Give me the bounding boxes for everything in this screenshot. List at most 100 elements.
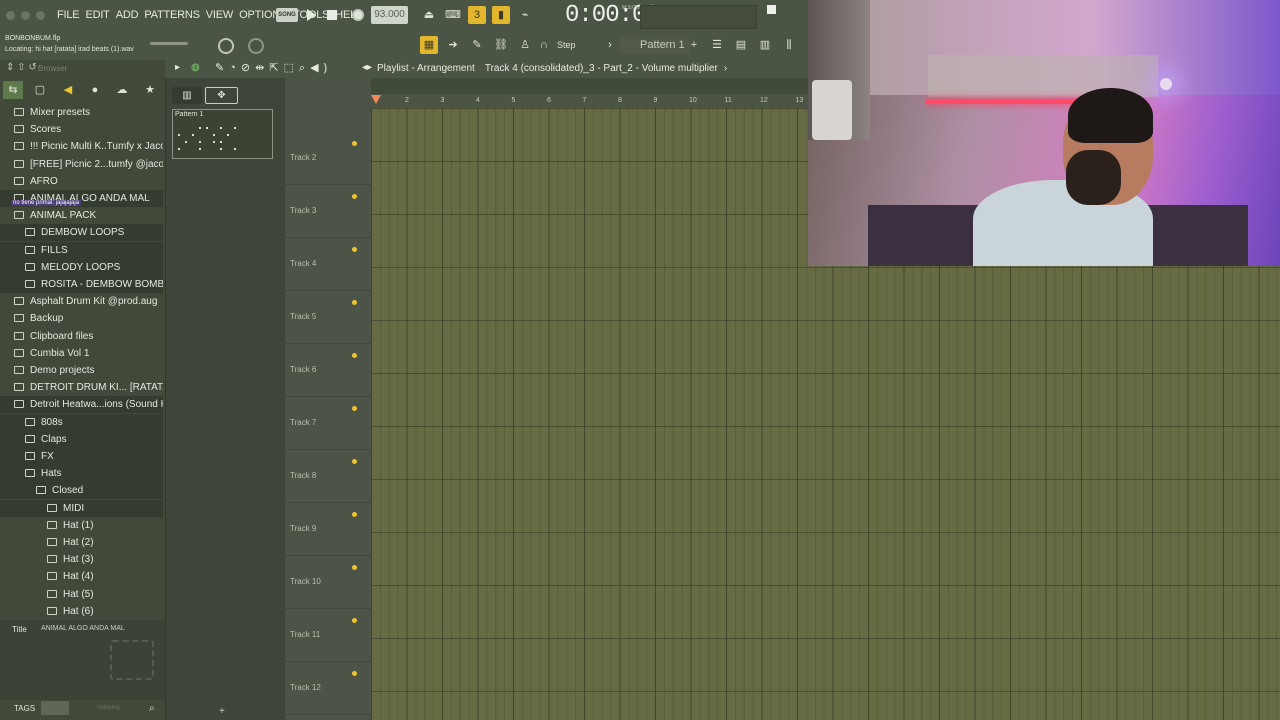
track-enable-led[interactable] xyxy=(352,618,357,623)
track-enable-led[interactable] xyxy=(352,194,357,199)
browser-item[interactable]: [FREE] Picnic 2...tumfy @jacobvj1) xyxy=(0,156,163,173)
add-pattern-button[interactable]: ✥ xyxy=(205,87,238,104)
browser-item[interactable]: Cumbia Vol 1 xyxy=(0,345,163,362)
arrow-right-icon[interactable]: ➔ xyxy=(444,36,462,54)
track-enable-led[interactable] xyxy=(352,459,357,464)
window-control-icon[interactable] xyxy=(21,10,30,20)
track-header[interactable]: Track 8 xyxy=(285,449,371,503)
browser-item[interactable]: DEMBOW LOOPS xyxy=(0,224,163,242)
browser-item[interactable]: Demo projects xyxy=(0,362,163,379)
stamp-icon[interactable]: ♙ xyxy=(516,36,534,54)
pattern-mode-button[interactable]: ▥ xyxy=(172,87,202,104)
browser-item[interactable]: Hat (1) xyxy=(0,517,163,534)
track-header[interactable]: Track 2 xyxy=(285,131,371,185)
browser-item[interactable]: Hat (3) xyxy=(0,551,163,568)
browser-item[interactable]: Claps xyxy=(0,430,163,448)
browser-item[interactable]: Backup xyxy=(0,310,163,327)
track-header[interactable]: Track 11 xyxy=(285,608,371,662)
track-header[interactable]: Track 6 xyxy=(285,343,371,397)
browser-item[interactable]: Hats xyxy=(0,465,163,483)
cloud-icon[interactable]: ☁ xyxy=(112,81,132,99)
song-mode-toggle[interactable]: SONG xyxy=(276,8,298,22)
channel-rack-icon[interactable]: ▥ xyxy=(756,36,774,54)
menu-view[interactable]: VIEW xyxy=(206,9,234,21)
window-control-icon[interactable] xyxy=(36,10,45,20)
countdown-icon[interactable]: 3 xyxy=(468,6,486,24)
track-header[interactable]: Track 12 xyxy=(285,661,371,715)
track-header[interactable]: Track 4 xyxy=(285,237,371,291)
browser-item[interactable]: Clipboard files xyxy=(0,328,163,345)
browser-item[interactable]: AFRO xyxy=(0,173,163,190)
track-header[interactable]: Track 3 xyxy=(285,184,371,238)
mixer-icon[interactable]: ⫼ xyxy=(780,36,798,54)
tags-filter[interactable] xyxy=(41,701,69,715)
menu-patterns[interactable]: PATTERNS xyxy=(144,9,200,21)
browser-item[interactable]: Hat (6) xyxy=(0,603,163,620)
arrow-left-right-icon[interactable]: ◂▸ xyxy=(362,62,372,73)
track-enable-led[interactable] xyxy=(352,406,357,411)
playlist-icon[interactable]: ☰ xyxy=(708,36,726,54)
browser-item[interactable]: MELODY LOOPS xyxy=(0,258,163,276)
file-icon[interactable]: ▢ xyxy=(30,81,50,99)
track-enable-led[interactable] xyxy=(352,353,357,358)
menu-file[interactable]: FILE xyxy=(57,9,80,21)
play-icon[interactable] xyxy=(304,8,318,22)
browser-item[interactable]: ANIMAL PACK xyxy=(0,207,163,224)
browser-item[interactable]: Hat (2) xyxy=(0,534,163,551)
snap-mode[interactable]: Step xyxy=(557,40,576,50)
plugin-icon[interactable]: ● xyxy=(85,81,105,99)
browser-item[interactable]: Mixer presets xyxy=(0,104,163,121)
menu-edit[interactable]: EDIT xyxy=(85,9,109,21)
master-volume-knob[interactable] xyxy=(218,38,234,54)
add-pattern-icon[interactable]: + xyxy=(688,36,700,54)
track-enable-led[interactable] xyxy=(352,671,357,676)
browser-item[interactable]: DETROIT DRUM KI... [RATATA] 2023 xyxy=(0,379,163,396)
browser-item[interactable]: Closed xyxy=(0,482,163,500)
track-enable-led[interactable] xyxy=(352,512,357,517)
track-header[interactable]: Track 9 xyxy=(285,502,371,556)
wait-for-input-icon[interactable]: ⌨ xyxy=(444,6,462,24)
snap-icon[interactable]: ◍ xyxy=(191,62,200,73)
browser-item[interactable]: MIDI xyxy=(0,499,163,517)
track-header[interactable]: Track 7 xyxy=(285,396,371,450)
piano-roll-icon[interactable]: ▤ xyxy=(732,36,750,54)
browser-item[interactable]: Hat (4) xyxy=(0,568,163,585)
stop-icon[interactable] xyxy=(327,10,337,20)
browser-item[interactable]: Detroit Heatwa...ions (Sound Kit) xyxy=(0,396,163,414)
browser-item[interactable]: ROSITA - DEMBOW BOMBA xyxy=(0,276,163,293)
track-enable-led[interactable] xyxy=(352,565,357,570)
all-icon[interactable]: ⇆ xyxy=(3,81,23,99)
track-enable-led[interactable] xyxy=(352,141,357,146)
add-icon[interactable]: + xyxy=(219,706,225,717)
browser-item[interactable]: FILLS xyxy=(0,241,163,259)
blend-notes-icon[interactable]: ▮ xyxy=(492,6,510,24)
browser-item[interactable]: Scores xyxy=(0,121,163,138)
track-enable-led[interactable] xyxy=(352,300,357,305)
pattern-selector[interactable]: Pattern 1 xyxy=(620,37,690,54)
metronome-icon[interactable]: ⏏ xyxy=(420,6,438,24)
play-small-icon[interactable]: ▸ xyxy=(175,62,180,73)
star-icon[interactable]: ★ xyxy=(140,81,160,99)
speaker-icon[interactable]: ◀ xyxy=(58,81,78,99)
loop-record-icon[interactable]: ⌁ xyxy=(516,6,534,24)
playhead-marker[interactable] xyxy=(371,95,381,104)
browser-item[interactable]: 808s xyxy=(0,413,163,431)
master-volume-slider[interactable] xyxy=(150,42,188,45)
browser-item[interactable]: FX xyxy=(0,448,163,465)
timeline-ruler[interactable] xyxy=(371,94,808,109)
browser-item[interactable]: Asphalt Drum Kit @prod.aug xyxy=(0,293,163,310)
playlist-tools-icon[interactable]: ✎◔⊘⇹⇱⬚⌕◀) xyxy=(215,61,332,75)
window-control-icon[interactable] xyxy=(6,10,15,20)
browser-item[interactable]: !!! Picnic Multi K..Tumfy x Jacobvj)) xyxy=(0,138,163,155)
track-enable-led[interactable] xyxy=(352,247,357,252)
browser-item[interactable]: Hat (5) xyxy=(0,586,163,603)
arrows-icon[interactable]: ⇕ ⇧ ↺ xyxy=(6,62,37,73)
search-icon[interactable]: ⌕ xyxy=(149,703,161,715)
track-header[interactable]: Track 5 xyxy=(285,290,371,344)
typing-keyboard-icon[interactable]: ▦ xyxy=(420,36,438,54)
pencil-icon[interactable]: ✎ xyxy=(468,36,486,54)
tempo-display[interactable]: 93.000 xyxy=(371,6,408,24)
record-icon[interactable] xyxy=(352,9,364,21)
menu-add[interactable]: ADD xyxy=(116,9,139,21)
chevron-right-icon[interactable]: › xyxy=(604,36,616,54)
